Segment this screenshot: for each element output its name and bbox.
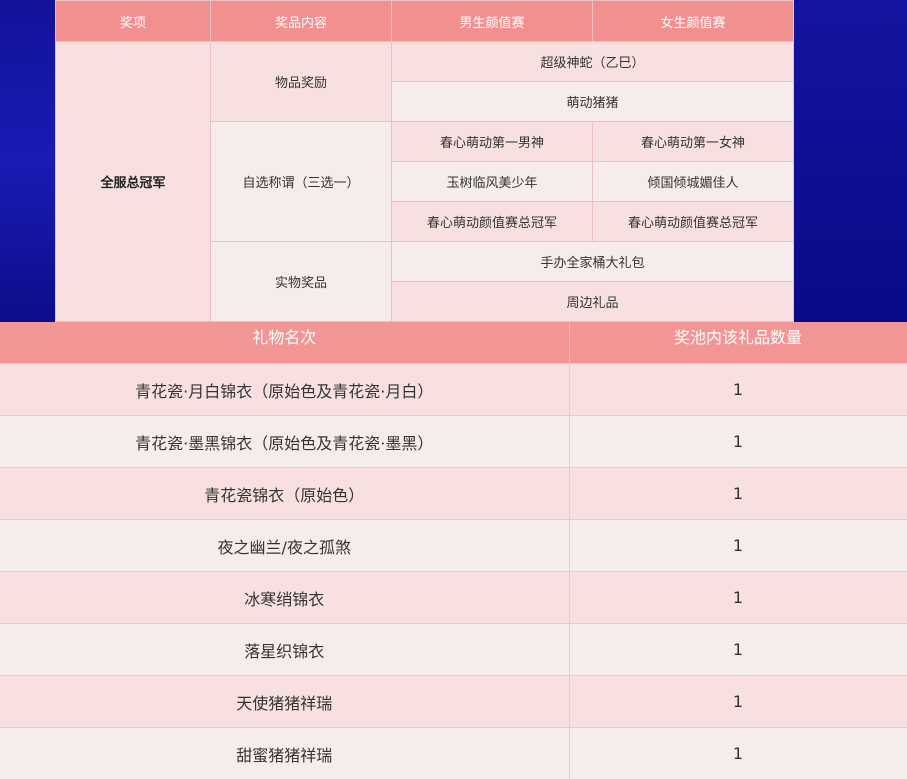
gift-name: 冰寒绡锦衣 bbox=[0, 572, 569, 624]
table-row: 落星织锦衣 1 bbox=[0, 624, 907, 676]
table-row: 全服总冠军 物品奖励 超级神蛇（乙巳） bbox=[56, 42, 794, 82]
group-label-physical: 实物奖品 bbox=[211, 242, 392, 322]
gift-quantity: 1 bbox=[569, 364, 907, 416]
prize-item: 超级神蛇（乙巳） bbox=[392, 42, 794, 82]
gift-table-header: 礼物名次 奖池内该礼品数量 bbox=[0, 322, 907, 364]
prize-item: 萌动猪猪 bbox=[392, 82, 794, 122]
prize-table-header: 奖项 奖品内容 男生颜值赛 女生颜值赛 bbox=[56, 1, 794, 42]
prize-table: 奖项 奖品内容 男生颜值赛 女生颜值赛 全服总冠军 物品奖励 超级神蛇（乙巳） … bbox=[55, 0, 794, 322]
header-award: 奖项 bbox=[56, 1, 211, 42]
prize-item: 周边礼品 bbox=[392, 282, 794, 322]
table-row: 青花瓷锦衣（原始色） 1 bbox=[0, 468, 907, 520]
table-row: 青花瓷·墨黑锦衣（原始色及青花瓷·墨黑） 1 bbox=[0, 416, 907, 468]
background-left-panel bbox=[0, 0, 55, 322]
group-label-items: 物品奖励 bbox=[211, 42, 392, 122]
table-row: 天使猪猪祥瑞 1 bbox=[0, 676, 907, 728]
gift-name: 天使猪猪祥瑞 bbox=[0, 676, 569, 728]
group-label-titles: 自选称谓（三选一） bbox=[211, 122, 392, 242]
title-female: 春心萌动颜值赛总冠军 bbox=[593, 202, 794, 242]
table-row: 甜蜜猪猪祥瑞 1 bbox=[0, 728, 907, 779]
title-female: 倾国倾城媚佳人 bbox=[593, 162, 794, 202]
gift-quantity: 1 bbox=[569, 416, 907, 468]
gift-quantity: 1 bbox=[569, 728, 907, 779]
gift-quantity: 1 bbox=[569, 624, 907, 676]
gift-name: 青花瓷·墨黑锦衣（原始色及青花瓷·墨黑） bbox=[0, 416, 569, 468]
header-prize-content: 奖品内容 bbox=[211, 1, 392, 42]
gift-name: 落星织锦衣 bbox=[0, 624, 569, 676]
header-female-contest: 女生颜值赛 bbox=[593, 1, 794, 42]
gift-name: 青花瓷锦衣（原始色） bbox=[0, 468, 569, 520]
prize-item: 手办全家桶大礼包 bbox=[392, 242, 794, 282]
title-male: 玉树临风美少年 bbox=[392, 162, 593, 202]
table-row: 夜之幽兰/夜之孤煞 1 bbox=[0, 520, 907, 572]
title-male: 春心萌动第一男神 bbox=[392, 122, 593, 162]
table-row: 冰寒绡锦衣 1 bbox=[0, 572, 907, 624]
award-name: 全服总冠军 bbox=[56, 42, 211, 322]
header-male-contest: 男生颜值赛 bbox=[392, 1, 593, 42]
gift-quantity: 1 bbox=[569, 572, 907, 624]
gift-name: 青花瓷·月白锦衣（原始色及青花瓷·月白） bbox=[0, 364, 569, 416]
gift-quantity: 1 bbox=[569, 676, 907, 728]
gift-table: 礼物名次 奖池内该礼品数量 青花瓷·月白锦衣（原始色及青花瓷·月白） 1 青花瓷… bbox=[0, 322, 907, 779]
title-male: 春心萌动颜值赛总冠军 bbox=[392, 202, 593, 242]
gift-quantity: 1 bbox=[569, 468, 907, 520]
title-female: 春心萌动第一女神 bbox=[593, 122, 794, 162]
background-right-panel bbox=[793, 0, 907, 322]
header-gift-quantity: 奖池内该礼品数量 bbox=[569, 322, 907, 364]
gift-name: 甜蜜猪猪祥瑞 bbox=[0, 728, 569, 779]
gift-quantity: 1 bbox=[569, 520, 907, 572]
header-gift-rank: 礼物名次 bbox=[0, 322, 569, 364]
table-row: 青花瓷·月白锦衣（原始色及青花瓷·月白） 1 bbox=[0, 364, 907, 416]
gift-name: 夜之幽兰/夜之孤煞 bbox=[0, 520, 569, 572]
